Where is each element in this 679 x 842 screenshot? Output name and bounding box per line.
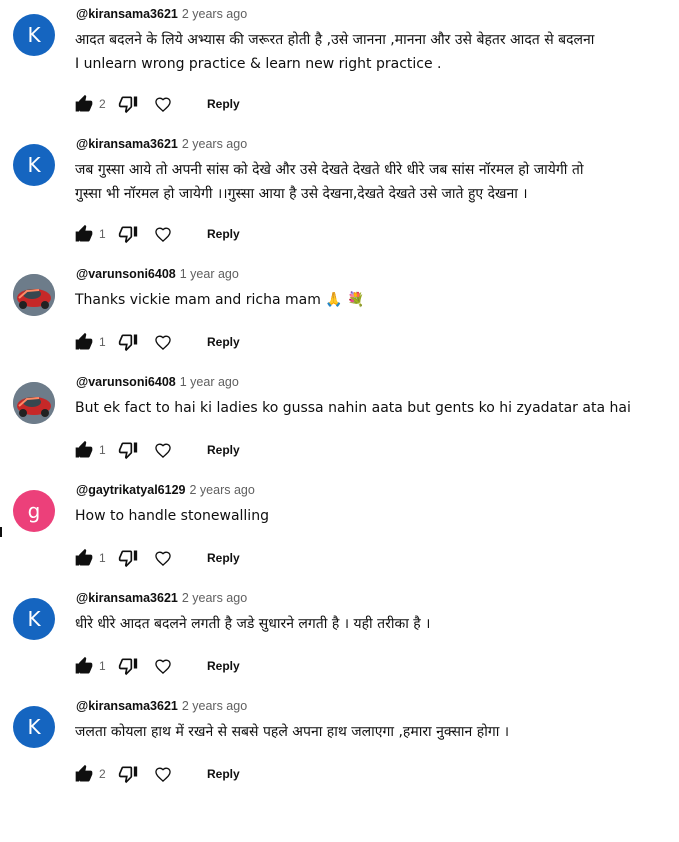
- thumbs-down-icon[interactable]: [118, 94, 138, 114]
- avatar[interactable]: [13, 382, 55, 424]
- thumbs-up-icon[interactable]: [74, 332, 94, 352]
- comment-actions: 1 Reply: [74, 655, 240, 677]
- comment-time[interactable]: 2 years ago: [182, 591, 247, 605]
- side-marker: [0, 527, 2, 537]
- comment-time[interactable]: 2 years ago: [189, 483, 254, 497]
- comment-text: धीरे धीरे आदत बदलने लगती है जडे सुधारने …: [75, 616, 431, 632]
- thumbs-up-icon[interactable]: [74, 656, 94, 676]
- comment-author[interactable]: @kiransama3621: [76, 591, 178, 605]
- avatar[interactable]: K: [13, 14, 55, 56]
- heart-icon[interactable]: [153, 224, 173, 244]
- comment-actions: 1 Reply: [74, 547, 240, 569]
- comment-header: @kiransama3621 2 years ago: [76, 137, 247, 151]
- comment-actions: 2 Reply: [74, 763, 240, 785]
- like-count: 1: [99, 227, 106, 241]
- avatar-letter: K: [27, 23, 41, 47]
- thumbs-up-icon[interactable]: [74, 224, 94, 244]
- reply-button[interactable]: Reply: [207, 443, 240, 457]
- thumbs-up-icon[interactable]: [74, 764, 94, 784]
- comment-time[interactable]: 1 year ago: [180, 267, 239, 281]
- like-count: 1: [99, 335, 106, 349]
- avatar[interactable]: [13, 274, 55, 316]
- comment-time[interactable]: 2 years ago: [182, 7, 247, 21]
- comment-text: जलता कोयला हाथ में रखने से सबसे पहले अपन…: [75, 724, 510, 740]
- comment-header: @kiransama3621 2 years ago: [76, 7, 247, 21]
- thumbs-up-icon[interactable]: [74, 548, 94, 568]
- avatar-letter: K: [27, 607, 41, 631]
- comment-author[interactable]: @kiransama3621: [76, 137, 178, 151]
- comment-text: आदत बदलने के लिये अभ्यास की जरूरत होती ह…: [75, 32, 595, 72]
- thumbs-down-icon[interactable]: [118, 440, 138, 460]
- comment-header: @varunsoni6408 1 year ago: [76, 267, 239, 281]
- comment-header: @kiransama3621 2 years ago: [76, 699, 247, 713]
- reply-button[interactable]: Reply: [207, 551, 240, 565]
- comment-time[interactable]: 2 years ago: [182, 699, 247, 713]
- like-count: 1: [99, 551, 106, 565]
- heart-icon[interactable]: [153, 656, 173, 676]
- comment-time[interactable]: 2 years ago: [182, 137, 247, 151]
- thumbs-down-icon[interactable]: [118, 332, 138, 352]
- thumbs-down-icon[interactable]: [118, 764, 138, 784]
- thumbs-down-icon[interactable]: [118, 548, 138, 568]
- comment-header: @gaytrikatyal6129 2 years ago: [76, 483, 255, 497]
- like-count: 2: [99, 97, 106, 111]
- avatar-letter: g: [27, 499, 41, 523]
- heart-icon[interactable]: [153, 332, 173, 352]
- comment-time[interactable]: 1 year ago: [180, 375, 239, 389]
- comment-text: जब गुस्सा आये तो अपनी सांस को देखे और उस…: [75, 162, 584, 202]
- reply-button[interactable]: Reply: [207, 227, 240, 241]
- heart-icon[interactable]: [153, 764, 173, 784]
- comment-author[interactable]: @varunsoni6408: [76, 267, 176, 281]
- comment-author[interactable]: @kiransama3621: [76, 7, 178, 21]
- comment-author[interactable]: @varunsoni6408: [76, 375, 176, 389]
- avatar[interactable]: K: [13, 706, 55, 748]
- reply-button[interactable]: Reply: [207, 767, 240, 781]
- comment-text: Thanks vickie mam and richa mam 🙏 💐: [75, 292, 365, 308]
- thumbs-down-icon[interactable]: [118, 224, 138, 244]
- thumbs-up-icon[interactable]: [74, 440, 94, 460]
- comment-header: @varunsoni6408 1 year ago: [76, 375, 239, 389]
- car-avatar-icon: [13, 274, 55, 316]
- reply-button[interactable]: Reply: [207, 659, 240, 673]
- heart-icon[interactable]: [153, 440, 173, 460]
- comment-header: @kiransama3621 2 years ago: [76, 591, 247, 605]
- comment-author[interactable]: @gaytrikatyal6129: [76, 483, 185, 497]
- avatar[interactable]: K: [13, 144, 55, 186]
- heart-icon[interactable]: [153, 94, 173, 114]
- comment-actions: 1 Reply: [74, 439, 240, 461]
- comment-actions: 2 Reply: [74, 93, 240, 115]
- thumbs-up-icon[interactable]: [74, 94, 94, 114]
- avatar[interactable]: K: [13, 598, 55, 640]
- comment-text: How to handle stonewalling: [75, 508, 269, 524]
- reply-button[interactable]: Reply: [207, 335, 240, 349]
- comment-actions: 1 Reply: [74, 223, 240, 245]
- car-avatar-icon: [13, 382, 55, 424]
- avatar[interactable]: g: [13, 490, 55, 532]
- comment-actions: 1 Reply: [74, 331, 240, 353]
- like-count: 1: [99, 443, 106, 457]
- avatar-letter: K: [27, 153, 41, 177]
- comment-text: But ek fact to hai ki ladies ko gussa na…: [75, 400, 631, 416]
- thumbs-down-icon[interactable]: [118, 656, 138, 676]
- reply-button[interactable]: Reply: [207, 97, 240, 111]
- like-count: 1: [99, 659, 106, 673]
- like-count: 2: [99, 767, 106, 781]
- comment-author[interactable]: @kiransama3621: [76, 699, 178, 713]
- heart-icon[interactable]: [153, 548, 173, 568]
- avatar-letter: K: [27, 715, 41, 739]
